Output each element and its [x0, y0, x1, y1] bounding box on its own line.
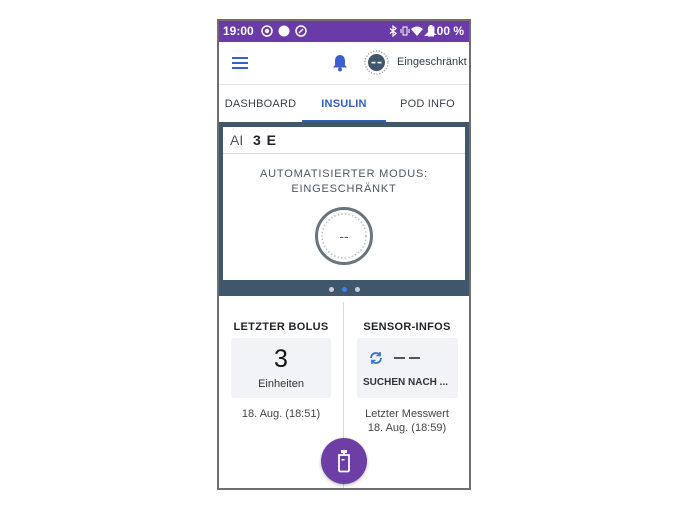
menu-icon[interactable] [232, 57, 248, 69]
gauge-value: -- [339, 228, 349, 244]
tab-pod-info[interactable]: POD INFO [386, 85, 469, 123]
mode-title-line2: EINGESCHRÄNKT [291, 183, 397, 195]
last-bolus-box[interactable]: 3 Einheiten [231, 338, 331, 398]
insulin-panel: AI 3 E AUTOMATISIERTER MODUS: EINGESCHRÄ… [219, 122, 469, 296]
at-icon [295, 25, 307, 37]
status-time: 19:00 [223, 24, 254, 38]
sensor-last-reading: Letzter Messwert 18. Aug. (18:59) [355, 407, 459, 435]
mode-gauge-icon: -- [315, 207, 373, 265]
tab-dashboard[interactable]: DASHBOARD [219, 85, 302, 123]
bolus-fab-button[interactable] [321, 438, 367, 484]
circle-icon [278, 25, 290, 37]
vibrate-icon [400, 26, 410, 36]
page-indicator [322, 282, 366, 296]
insulin-card[interactable]: AI 3 E AUTOMATISIERTER MODUS: EINGESCHRÄ… [223, 127, 465, 280]
last-bolus-title: LETZTER BOLUS [233, 321, 329, 333]
bell-icon[interactable] [332, 54, 348, 72]
iob-label: AI [230, 132, 244, 148]
sync-icon [370, 352, 382, 364]
mode-status-icon[interactable] [364, 50, 389, 75]
last-reading-label: Letzter Messwert [365, 408, 449, 420]
sensor-value-dashes [394, 357, 420, 361]
page-dot-2[interactable] [342, 287, 347, 292]
tab-insulin[interactable]: INSULIN [302, 85, 386, 123]
last-bolus-unit: Einheiten [258, 378, 304, 390]
sensor-info-title: SENSOR-INFOS [363, 321, 451, 333]
sensor-search-status: SUCHEN NACH ... [363, 377, 449, 388]
tab-bar: DASHBOARD INSULIN POD INFO [219, 84, 469, 123]
record-icon [261, 25, 273, 37]
app-bar: Eingeschränkt [219, 42, 469, 84]
iob-row: AI 3 E [223, 127, 465, 154]
page-dot-3[interactable] [355, 287, 360, 292]
automated-mode-title: AUTOMATISIERTER MODUS: EINGESCHRÄNKT [223, 167, 465, 197]
bluetooth-icon [389, 25, 397, 37]
phone-screen: 19:00 100 % Eingeschränkt DASHBOARD INSU… [217, 19, 471, 490]
last-bolus-timestamp: 18. Aug. (18:51) [241, 408, 321, 420]
bolus-vial-icon [338, 450, 350, 473]
mode-title-line1: AUTOMATISIERTER MODUS: [260, 168, 428, 180]
last-bolus-value: 3 [274, 345, 288, 373]
status-bar: 19:00 100 % [219, 21, 469, 42]
last-reading-time: 18. Aug. (18:59) [367, 422, 447, 434]
wifi-icon [411, 26, 423, 36]
page-dot-1[interactable] [329, 287, 334, 292]
iob-value: 3 E [253, 132, 278, 148]
mode-label[interactable]: Eingeschränkt [397, 56, 467, 68]
sensor-info-box[interactable]: SUCHEN NACH ... [357, 338, 458, 398]
battery-percent: 100 % [429, 24, 464, 38]
